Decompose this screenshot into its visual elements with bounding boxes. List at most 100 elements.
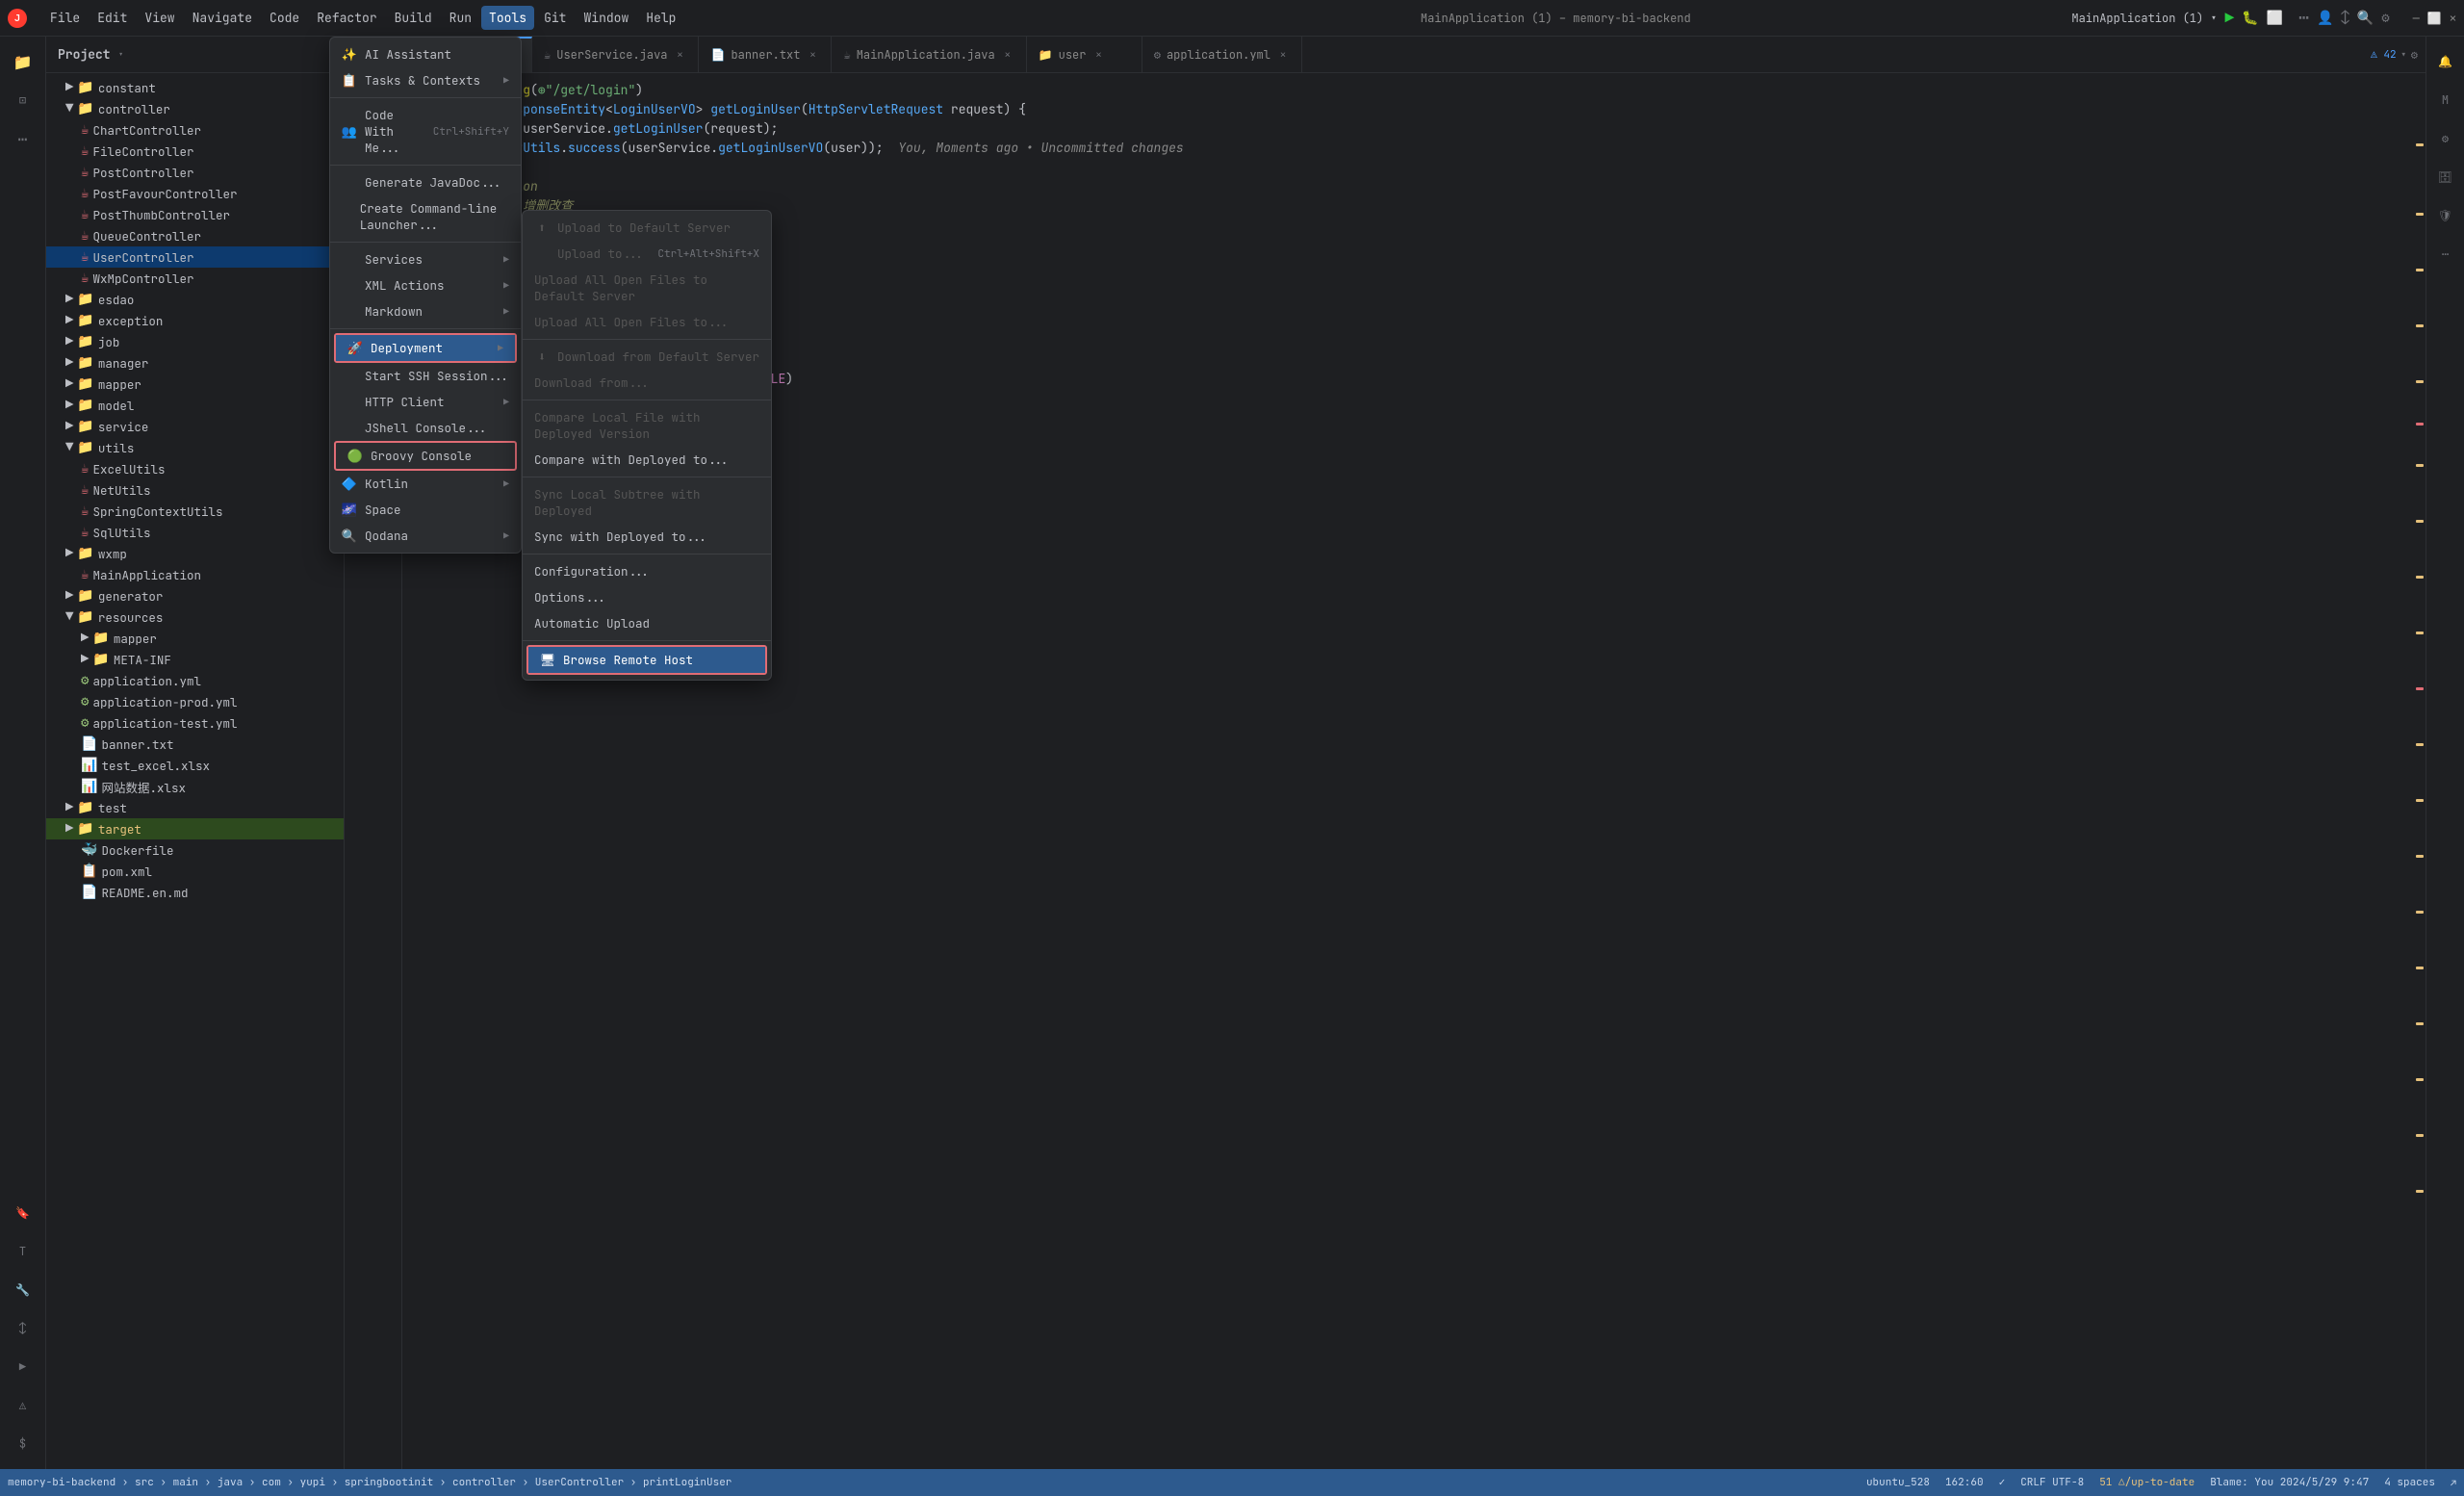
window-minimize[interactable]: —	[2413, 11, 2420, 26]
deploy-browse-remote-host[interactable]: 🖥 Browse Remote Host	[528, 647, 765, 673]
menu-ai-assistant[interactable]: ✨ AI Assistant	[330, 41, 521, 67]
tree-item-website-data[interactable]: 📊 网站数据.xlsx	[46, 776, 344, 797]
tree-item-dockerfile[interactable]: 🐳 Dockerfile	[46, 839, 344, 861]
tab-close-app-yml[interactable]: ✕	[1276, 48, 1290, 62]
tree-item-constant[interactable]: ▶ 📁 constant	[46, 77, 344, 98]
run-config[interactable]: MainApplication (1) ▾	[2071, 11, 2217, 26]
tree-item-excel-utils[interactable]: ☕ ExcelUtils	[46, 458, 344, 479]
tree-item-service[interactable]: ▶ 📁 service	[46, 416, 344, 437]
tab-user[interactable]: 📁 user ✕	[1027, 37, 1142, 73]
status-git[interactable]: ubuntu_528	[1866, 1476, 1930, 1489]
tree-item-resources[interactable]: ▼ 📁 resources	[46, 606, 344, 628]
search-everywhere[interactable]: 🔍	[2357, 10, 2374, 27]
tree-item-manager[interactable]: ▶ 📁 manager	[46, 352, 344, 374]
add-profile-button[interactable]: 👤	[2317, 10, 2333, 27]
status-indent[interactable]: 51 △/up-to-date	[2099, 1476, 2194, 1489]
sidebar-icon-structure[interactable]: T	[6, 1234, 40, 1269]
tree-item-app-prod-yml[interactable]: ⚙ application-prod.yml	[46, 691, 344, 712]
tree-item-generator[interactable]: ▶ 📁 generator	[46, 585, 344, 606]
tree-item-test[interactable]: ▶ 📁 test	[46, 797, 344, 818]
deploy-compare-with[interactable]: Compare with Deployed to...	[523, 447, 771, 473]
deploy-automatic-upload[interactable]: Automatic Upload	[523, 610, 771, 636]
right-icon-bookmarks[interactable]: M	[2428, 83, 2463, 117]
tree-item-app-yml[interactable]: ⚙ application.yml	[46, 670, 344, 691]
tree-item-post-favour-controller[interactable]: ☕ PostFavourController	[46, 183, 344, 204]
window-maximize[interactable]: ⬜	[2427, 11, 2442, 26]
menu-space[interactable]: 🌌 Space	[330, 497, 521, 523]
vcs-update[interactable]: ↕	[2341, 10, 2348, 27]
debug-button[interactable]: 🐛	[2242, 10, 2258, 27]
sidebar-icon-run[interactable]: ▶	[6, 1350, 40, 1384]
menu-edit[interactable]: Edit	[90, 6, 135, 30]
sidebar-icon-more[interactable]: ⋯	[6, 121, 40, 156]
tab-settings-icon[interactable]: ⚙	[2411, 47, 2418, 63]
menu-generate-javadoc[interactable]: Generate JavaDoc...	[330, 169, 521, 195]
sidebar-icon-vcs[interactable]: ↕	[6, 1311, 40, 1346]
tree-item-queue-controller[interactable]: ☕ QueueController	[46, 225, 344, 246]
tree-item-post-thumb-controller[interactable]: ☕ PostThumbController	[46, 204, 344, 225]
status-blame[interactable]: Blame: You 2024/5/29 9:47	[2210, 1476, 2369, 1489]
menu-file[interactable]: File	[42, 6, 88, 30]
tree-item-spring-context-utils[interactable]: ☕ SpringContextUtils	[46, 501, 344, 522]
menu-services[interactable]: Services ▶	[330, 246, 521, 272]
sidebar-icon-terminal[interactable]: $	[6, 1427, 40, 1461]
sidebar-icon-git[interactable]: ⊡	[6, 83, 40, 117]
tree-item-banner-txt[interactable]: 📄 banner.txt	[46, 734, 344, 755]
tree-item-model[interactable]: ▶ 📁 model	[46, 395, 344, 416]
menu-jshell[interactable]: JShell Console...	[330, 415, 521, 441]
tree-item-pom[interactable]: 📋 pom.xml	[46, 861, 344, 882]
tree-item-user-controller[interactable]: ☕ UserController	[46, 246, 344, 268]
sidebar-icon-services[interactable]: 🔧	[6, 1273, 40, 1307]
status-path[interactable]: memory-bi-backend › src › main › java › …	[8, 1476, 732, 1489]
deploy-configuration[interactable]: Configuration...	[523, 558, 771, 584]
menu-refactor[interactable]: Refactor	[309, 6, 384, 30]
status-expand-icon[interactable]: ↗	[2451, 1477, 2456, 1489]
tree-item-mapper[interactable]: ▶ 📁 mapper	[46, 374, 344, 395]
menu-deployment[interactable]: 🚀 Deployment ▶	[336, 335, 515, 361]
tree-item-app-test-yml[interactable]: ⚙ application-test.yml	[46, 712, 344, 734]
right-icon-notifications[interactable]: 🔔	[2428, 44, 2463, 79]
right-icon-more[interactable]: ⋯	[2428, 237, 2463, 271]
menu-view[interactable]: View	[137, 6, 182, 30]
status-encoding[interactable]: CRLF UTF-8	[2020, 1476, 2084, 1489]
tree-item-controller[interactable]: ▼ 📁 controller	[46, 98, 344, 119]
tab-close-user-service[interactable]: ✕	[673, 48, 686, 62]
more-actions[interactable]: ⋯	[2298, 7, 2309, 29]
menu-run[interactable]: Run	[442, 6, 479, 30]
deploy-options[interactable]: Options...	[523, 584, 771, 610]
right-icon-shield[interactable]: 🛡	[2428, 198, 2463, 233]
menu-groovy-console[interactable]: 🟢 Groovy Console	[336, 443, 515, 469]
menu-window[interactable]: Window	[576, 6, 636, 30]
tab-close-main-application[interactable]: ✕	[1001, 48, 1014, 62]
tree-item-post-controller[interactable]: ☕ PostController	[46, 162, 344, 183]
tree-item-meta-inf[interactable]: ▶ 📁 META-INF	[46, 649, 344, 670]
menu-tasks-contexts[interactable]: 📋 Tasks & Contexts ▶	[330, 67, 521, 93]
tree-item-wxmp-controller[interactable]: ☕ WxMpController	[46, 268, 344, 289]
tab-overflow-icon[interactable]: ▾	[2400, 47, 2407, 63]
menu-kotlin[interactable]: 🔷 Kotlin ▶	[330, 471, 521, 497]
tree-item-net-utils[interactable]: ☕ NetUtils	[46, 479, 344, 501]
tree-item-test-excel[interactable]: 📊 test_excel.xlsx	[46, 755, 344, 776]
menu-code-with-me[interactable]: 👥 Code With Me... Ctrl+Shift+Y	[330, 102, 521, 161]
tree-item-esdao[interactable]: ▶ 📁 esdao	[46, 289, 344, 310]
menu-create-launcher[interactable]: Create Command-line Launcher...	[330, 195, 521, 238]
tab-close-user[interactable]: ✕	[1091, 48, 1105, 62]
tree-item-file-controller[interactable]: ☕ FileController	[46, 141, 344, 162]
menu-help[interactable]: Help	[638, 6, 683, 30]
tree-item-res-mapper[interactable]: ▶ 📁 mapper	[46, 628, 344, 649]
tab-main-application[interactable]: ☕ MainApplication.java ✕	[832, 37, 1026, 73]
tree-item-exception[interactable]: ▶ 📁 exception	[46, 310, 344, 331]
tab-user-service[interactable]: ☕ UserService.java ✕	[532, 37, 699, 73]
scrollbar[interactable]	[2412, 73, 2426, 1469]
deploy-sync-with[interactable]: Sync with Deployed to...	[523, 524, 771, 550]
project-tree[interactable]: ▶ 📁 constant ▼ 📁 controller ☕ ChartContr…	[46, 73, 344, 1469]
right-icon-gradle[interactable]: ⚙	[2428, 121, 2463, 156]
tree-item-job[interactable]: ▶ 📁 job	[46, 331, 344, 352]
menu-tools[interactable]: Tools	[481, 6, 534, 30]
sidebar-icon-bookmarks[interactable]: 🔖	[6, 1196, 40, 1230]
settings-button[interactable]: ⚙	[2381, 10, 2389, 27]
menu-http-client[interactable]: HTTP Client ▶	[330, 389, 521, 415]
tree-item-wxmp[interactable]: ▶ 📁 wxmp	[46, 543, 344, 564]
status-vcs[interactable]: ✓	[1999, 1476, 2006, 1489]
tree-item-main-application[interactable]: ☕ MainApplication	[46, 564, 344, 585]
